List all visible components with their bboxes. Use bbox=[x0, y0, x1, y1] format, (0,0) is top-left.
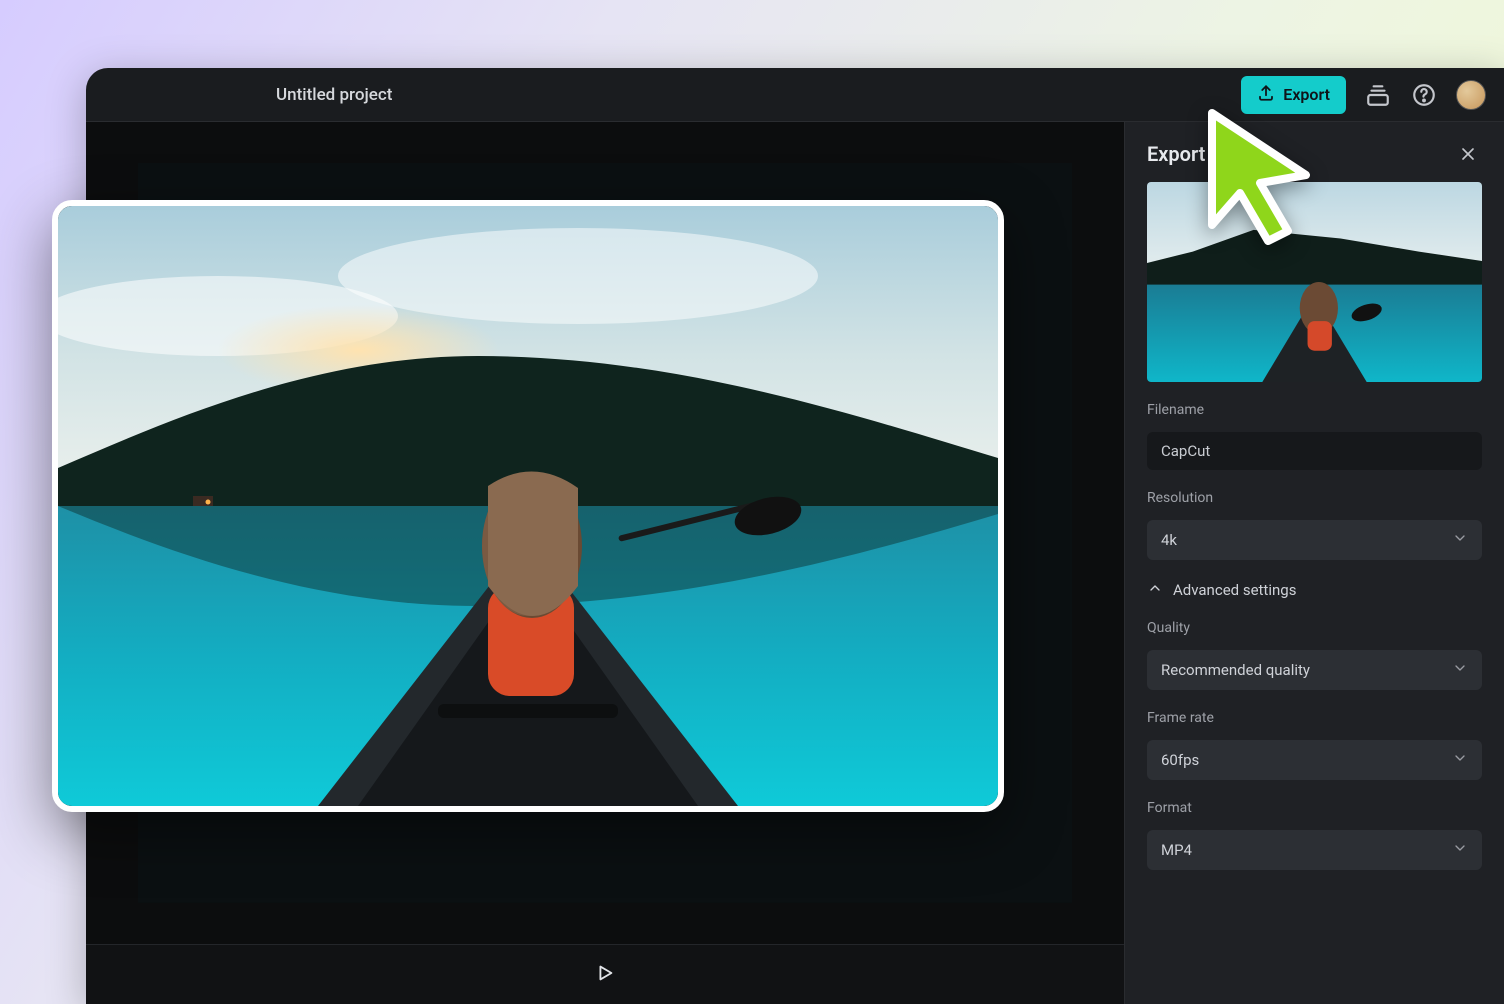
filename-input[interactable] bbox=[1147, 432, 1482, 470]
quality-label: Quality bbox=[1147, 620, 1482, 636]
export-button-label: Export bbox=[1283, 85, 1330, 104]
chevron-down-icon bbox=[1452, 530, 1468, 550]
quality-value: Recommended quality bbox=[1161, 661, 1310, 679]
framerate-select[interactable]: 60fps bbox=[1147, 740, 1482, 780]
chevron-down-icon bbox=[1452, 660, 1468, 680]
enlarged-preview bbox=[52, 200, 1004, 812]
chevron-down-icon bbox=[1452, 750, 1468, 770]
export-panel-body: Filename Resolution 4k Advanced settings… bbox=[1125, 182, 1504, 870]
export-title: Export bbox=[1147, 142, 1205, 166]
format-select[interactable]: MP4 bbox=[1147, 830, 1482, 870]
help-circle-icon[interactable] bbox=[1410, 81, 1438, 109]
titlebar-right: Export bbox=[1241, 76, 1486, 114]
chevron-down-icon bbox=[1452, 840, 1468, 860]
advanced-settings-label: Advanced settings bbox=[1173, 581, 1296, 599]
resolution-select[interactable]: 4k bbox=[1147, 520, 1482, 560]
resolution-label: Resolution bbox=[1147, 490, 1482, 506]
filename-label: Filename bbox=[1147, 402, 1482, 418]
play-icon[interactable] bbox=[594, 962, 616, 988]
project-name[interactable]: Untitled project bbox=[276, 85, 392, 105]
export-button[interactable]: Export bbox=[1241, 76, 1346, 114]
avatar[interactable] bbox=[1456, 80, 1486, 110]
export-panel: Export bbox=[1124, 122, 1504, 1004]
advanced-settings-toggle[interactable]: Advanced settings bbox=[1147, 580, 1482, 600]
close-button[interactable] bbox=[1454, 140, 1482, 168]
titlebar: Untitled project Export bbox=[86, 68, 1504, 122]
play-bar bbox=[86, 944, 1124, 1004]
resolution-value: 4k bbox=[1161, 531, 1177, 549]
format-value: MP4 bbox=[1161, 841, 1192, 859]
chevron-up-icon bbox=[1147, 580, 1163, 600]
enlarged-preview-image bbox=[58, 206, 998, 806]
framerate-value: 60fps bbox=[1161, 751, 1199, 769]
tray-stack-icon[interactable] bbox=[1364, 81, 1392, 109]
upload-icon bbox=[1257, 84, 1275, 106]
framerate-label: Frame rate bbox=[1147, 710, 1482, 726]
quality-select[interactable]: Recommended quality bbox=[1147, 650, 1482, 690]
export-thumbnail bbox=[1147, 182, 1482, 382]
export-panel-header: Export bbox=[1125, 122, 1504, 182]
format-label: Format bbox=[1147, 800, 1482, 816]
